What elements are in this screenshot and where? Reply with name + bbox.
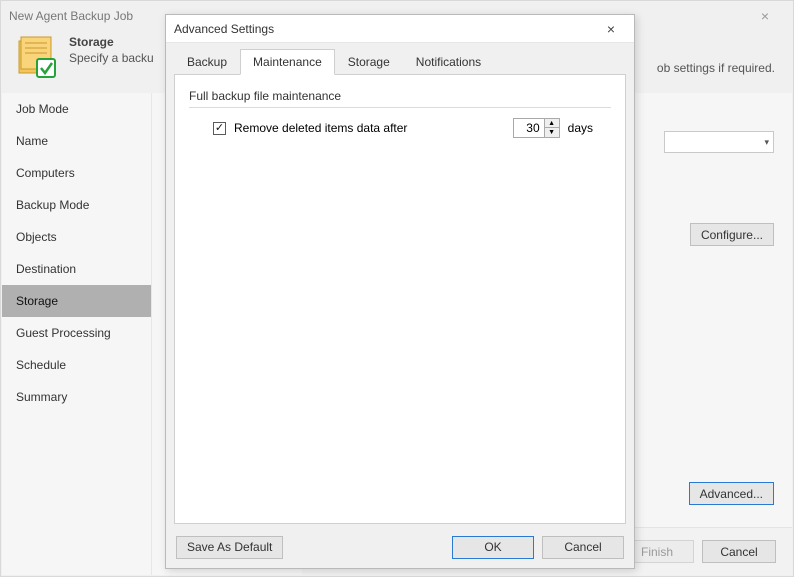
close-icon[interactable]: ×	[745, 8, 785, 24]
tab-maintenance-page: Full backup file maintenance ✓ Remove de…	[174, 74, 626, 524]
group-title: Full backup file maintenance	[189, 89, 611, 103]
check-icon: ✓	[215, 123, 224, 134]
close-icon[interactable]: ×	[596, 21, 626, 37]
sidebar-item-guest-processing[interactable]: Guest Processing	[2, 317, 151, 349]
dialog-footer: Save As Default OK Cancel	[166, 526, 634, 568]
sidebar-item-backup-mode[interactable]: Backup Mode	[2, 189, 151, 221]
save-as-default-button[interactable]: Save As Default	[176, 536, 283, 559]
chevron-down-icon: ▾	[764, 137, 769, 148]
page-subtitle-right: ob settings if required.	[657, 61, 775, 75]
advanced-button[interactable]: Advanced...	[689, 482, 774, 505]
sidebar-item-objects[interactable]: Objects	[2, 221, 151, 253]
storage-icon	[17, 35, 57, 79]
sidebar-item-name[interactable]: Name	[2, 125, 151, 157]
configure-button[interactable]: Configure...	[690, 223, 774, 246]
sidebar-item-job-mode[interactable]: Job Mode	[2, 93, 151, 125]
wizard-sidebar: Job Mode Name Computers Backup Mode Obje…	[2, 93, 152, 575]
days-spinner[interactable]: 30 ▲ ▼	[513, 118, 560, 138]
sidebar-item-computers[interactable]: Computers	[2, 157, 151, 189]
repository-select[interactable]: ▾	[664, 131, 774, 153]
cancel-button[interactable]: Cancel	[702, 540, 776, 563]
days-suffix: days	[568, 121, 593, 135]
dialog-tabs: Backup Maintenance Storage Notifications	[174, 49, 626, 75]
tab-maintenance[interactable]: Maintenance	[240, 49, 335, 75]
separator	[189, 107, 611, 108]
ok-button[interactable]: OK	[452, 536, 534, 559]
tab-backup[interactable]: Backup	[174, 49, 240, 75]
dialog-titlebar: Advanced Settings ×	[166, 15, 634, 43]
full-backup-maintenance-group: Full backup file maintenance ✓ Remove de…	[189, 89, 611, 138]
spinner-up-icon[interactable]: ▲	[545, 119, 559, 128]
sidebar-item-storage[interactable]: Storage	[2, 285, 151, 317]
page-subtitle: Specify a backu	[69, 51, 154, 65]
advanced-settings-dialog: Advanced Settings × Backup Maintenance S…	[165, 14, 635, 569]
tab-notifications[interactable]: Notifications	[403, 49, 494, 75]
sidebar-item-destination[interactable]: Destination	[2, 253, 151, 285]
sidebar-item-schedule[interactable]: Schedule	[2, 349, 151, 381]
cancel-button[interactable]: Cancel	[542, 536, 624, 559]
spinner-down-icon[interactable]: ▼	[545, 128, 559, 137]
tab-storage[interactable]: Storage	[335, 49, 403, 75]
page-title: Storage	[69, 35, 154, 49]
sidebar-item-summary[interactable]: Summary	[2, 381, 151, 413]
remove-deleted-checkbox[interactable]: ✓	[213, 122, 226, 135]
dialog-title: Advanced Settings	[174, 22, 596, 36]
days-value: 30	[514, 121, 544, 135]
remove-deleted-row: ✓ Remove deleted items data after 30 ▲ ▼…	[189, 118, 611, 138]
wizard-header-text: Storage Specify a backu	[69, 35, 154, 65]
remove-deleted-label: Remove deleted items data after	[234, 121, 407, 135]
